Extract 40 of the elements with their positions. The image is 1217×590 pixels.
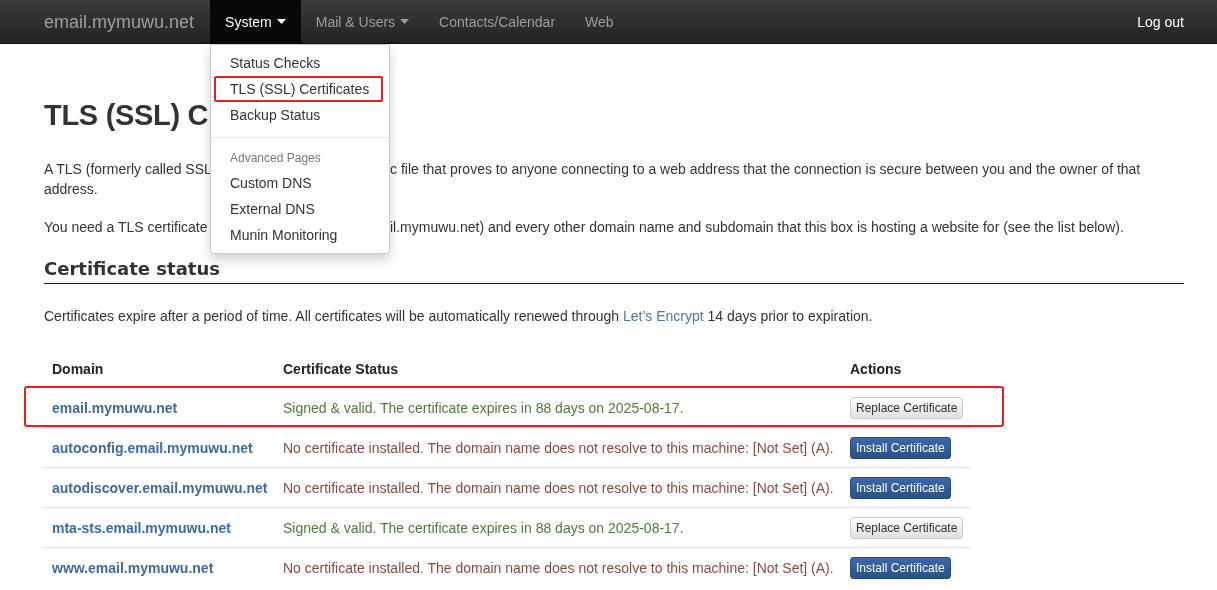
nav-tab[interactable]: Web — [570, 0, 629, 43]
certificate-button[interactable]: Replace Certificate — [850, 396, 964, 419]
column-header: Domain — [51, 361, 105, 377]
menu-header: Advanced Pages — [229, 150, 322, 167]
link[interactable]: Let’s Encrypt — [622, 308, 704, 324]
status-text: Signed & valid. The certificate expires in 88 days on 2025-08-17. — [282, 399, 685, 416]
certificate-button[interactable]: Install Certificate — [850, 476, 951, 499]
status-text: No certificate installed. The domain name does not resolve to this machine: [Not Set] (A). — [282, 559, 835, 576]
page-title: TLS (SSL) C — [44, 98, 209, 133]
menu-item[interactable]: Custom DNS — [211, 170, 389, 196]
domain-link[interactable]: mta-sts.email.mymuwu.net — [44, 519, 275, 536]
paragraph-text: You need a TLS certificate — [44, 218, 209, 237]
menu-item[interactable]: External DNS — [211, 196, 389, 222]
domain-link[interactable]: autoconfig.email.mymuwu.net — [44, 439, 275, 456]
paragraph-text: Certificates expire after a period of time. All certificates will be automatically renewed through Let’s Encrypt 14 days prior to expiration. — [44, 307, 874, 326]
section-heading: Certificate status — [44, 257, 1184, 284]
certificate-button[interactable]: Install Certificate — [850, 556, 951, 579]
paragraph-text: A TLS (formerly called SSL — [44, 160, 210, 179]
nav-tab[interactable]: Mail & Users — [300, 0, 425, 43]
status-text: Signed & valid. The certificate expires in 88 days on 2025-08-17. — [282, 519, 685, 536]
menu-item[interactable]: Munin Monitoring — [211, 222, 389, 248]
domain-link[interactable]: email.mymuwu.net — [44, 399, 275, 416]
status-text: No certificate installed. The domain name does not resolve to this machine: [Not Set] (A). — [282, 479, 835, 496]
certificate-button[interactable]: Install Certificate — [850, 436, 951, 459]
logout-link[interactable]: Log out — [1122, 0, 1184, 43]
nav-tab[interactable]: System — [210, 0, 301, 43]
nav-tab[interactable]: Contacts/Calendar — [424, 0, 571, 43]
brand-link[interactable]: email.mymuwu.net — [44, 0, 195, 43]
paragraph-text: c file that proves to anyone connecting to a web address that the connection is secure between you and the owner of that — [390, 160, 1142, 179]
domain-link[interactable]: www.email.mymuwu.net — [44, 559, 275, 576]
column-header: Actions — [849, 361, 903, 377]
status-text: No certificate installed. The domain name does not resolve to this machine: [Not Set] (A). — [282, 439, 835, 456]
paragraph-text: il.mymuwu.net) and every other domain name and subdomain that this box is hosting a website for (see the list below). — [390, 218, 1125, 237]
menu-item[interactable]: Status Checks — [211, 50, 389, 76]
menu-item[interactable]: TLS (SSL) Certificates — [211, 76, 389, 102]
paragraph-text: address. — [44, 180, 98, 199]
domain-link[interactable]: autodiscover.email.mymuwu.net — [44, 479, 275, 496]
certificate-button[interactable]: Replace Certificate — [850, 516, 964, 539]
menu-item[interactable]: Backup Status — [211, 102, 389, 128]
column-header: Certificate Status — [282, 361, 400, 377]
